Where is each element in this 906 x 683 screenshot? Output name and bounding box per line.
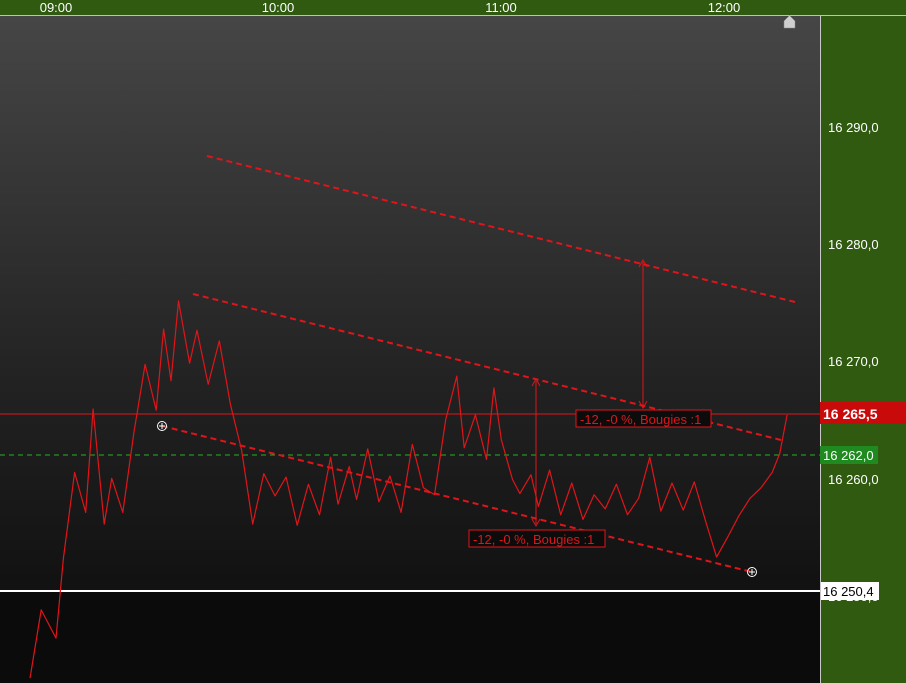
annotation-lower-label: -12, -0 %, Bougies :1 — [473, 532, 594, 547]
last-price-badge-label: 16 265,5 — [823, 406, 878, 422]
support-price-badge-label: 16 250,4 — [823, 584, 874, 599]
price-tick-16280: 16 280,0 — [828, 237, 879, 252]
price-tick-16290: 16 290,0 — [828, 120, 879, 135]
annotation-lower[interactable]: -12, -0 %, Bougies :1 — [468, 529, 606, 548]
lower-volume-area — [0, 591, 820, 683]
annotation-upper-label: -12, -0 %, Bougies :1 — [580, 412, 701, 427]
price-tick-16260: 16 260,0 — [828, 472, 879, 487]
last-price-badge: 16 265,5 — [820, 402, 906, 424]
plot-background — [0, 16, 820, 683]
trading-chart: 09:00 10:00 11:00 12:00 16 290,0 16 280,… — [0, 0, 906, 683]
support-price-badge: 16 250,4 — [821, 582, 879, 600]
time-tick-1100: 11:00 — [485, 0, 517, 15]
price-tick-16270: 16 270,0 — [828, 354, 879, 369]
time-tick-1200: 12:00 — [708, 0, 741, 15]
reference-price-badge: 16 262,0 — [820, 446, 878, 464]
time-axis-bar — [0, 0, 906, 15]
time-tick-0900: 09:00 — [40, 0, 73, 15]
reference-price-badge-label: 16 262,0 — [823, 448, 874, 463]
time-tick-1000: 10:00 — [262, 0, 295, 15]
annotation-upper[interactable]: -12, -0 %, Bougies :1 — [575, 409, 712, 428]
